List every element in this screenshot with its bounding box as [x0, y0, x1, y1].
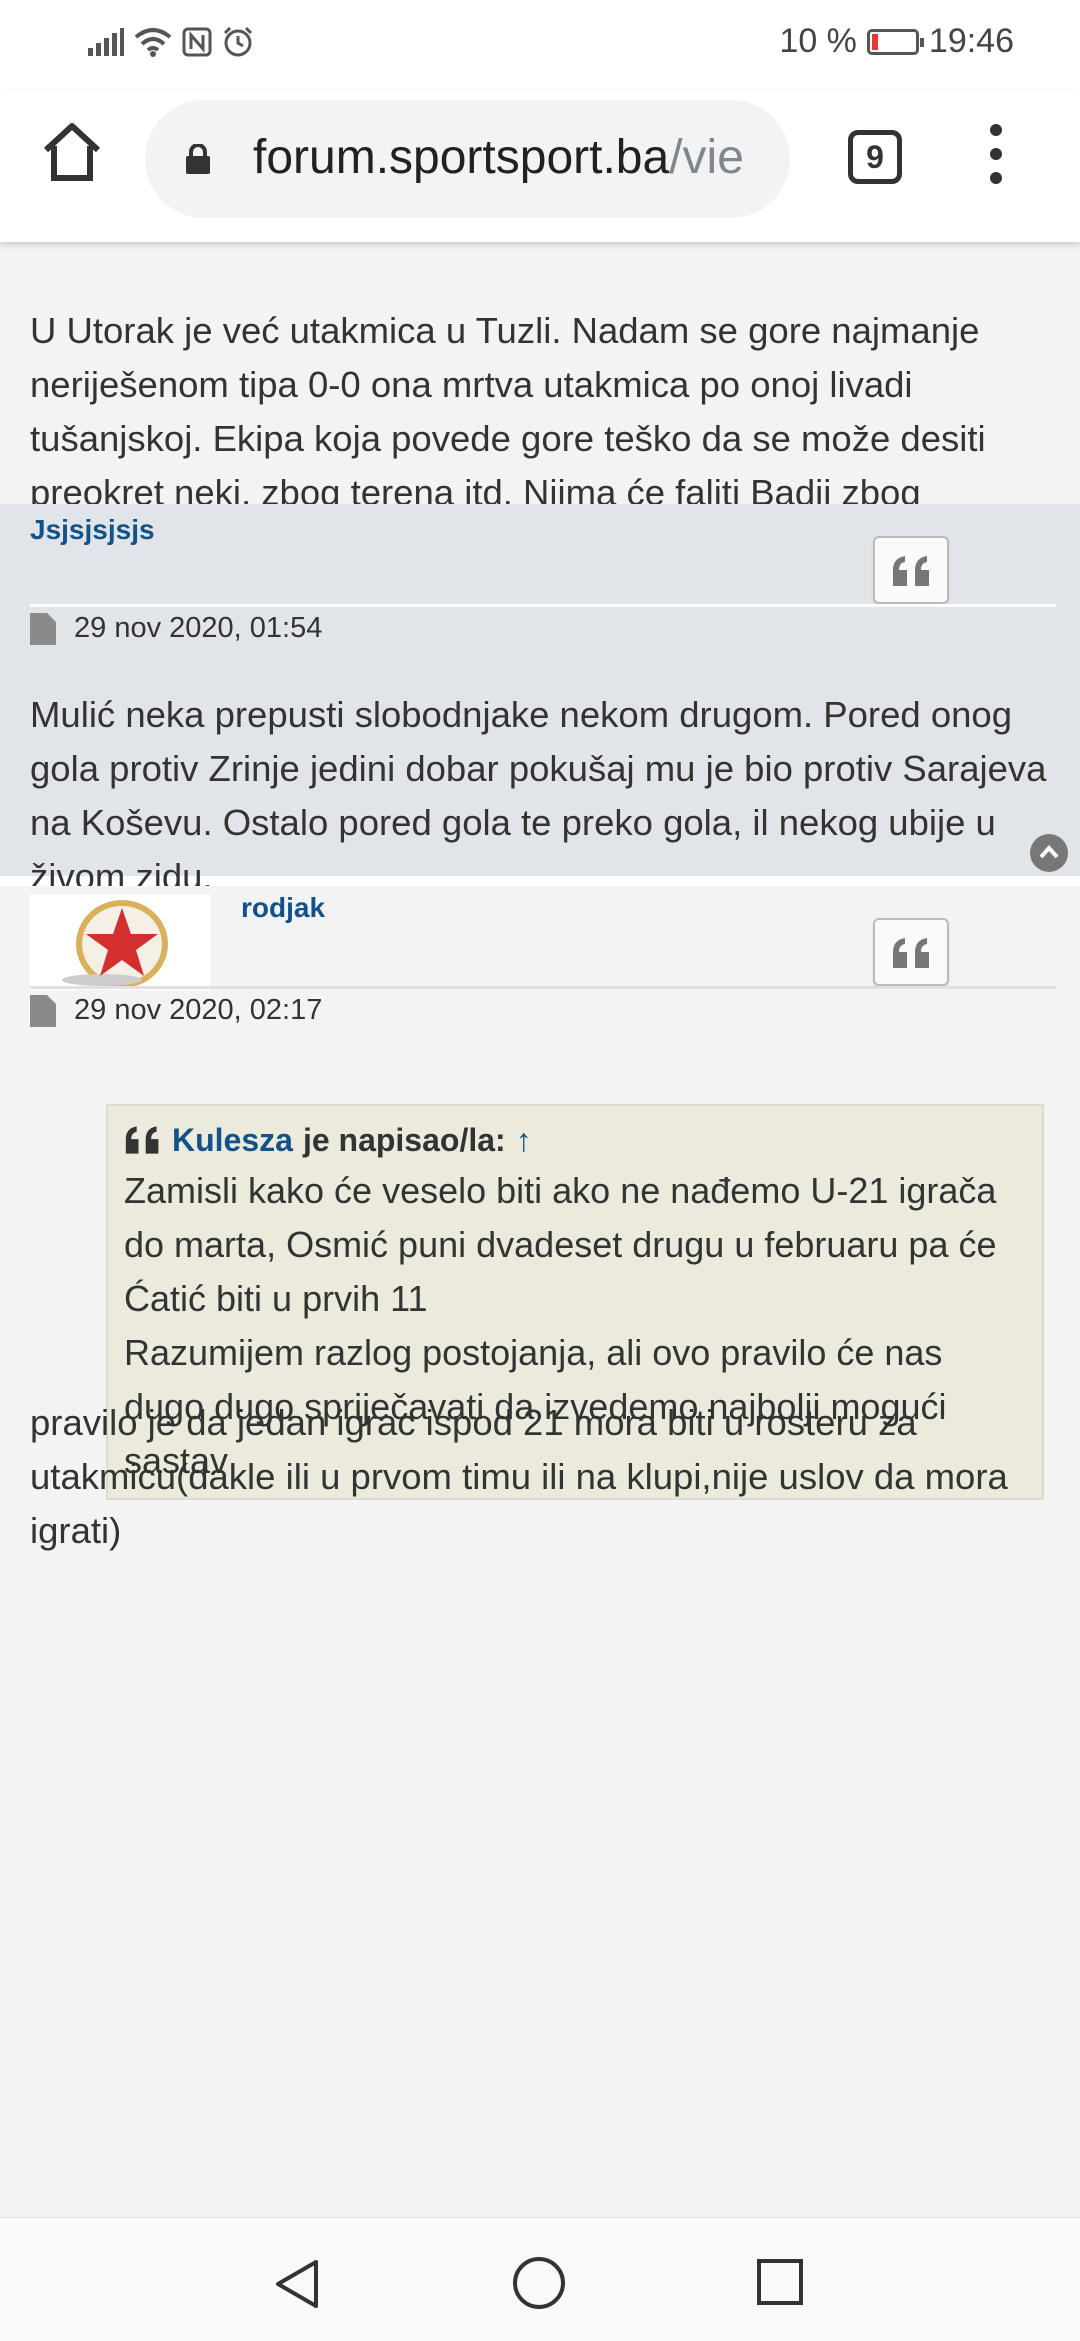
quote-button[interactable]: [873, 918, 949, 986]
lock-icon: [186, 144, 210, 174]
post-text: Mulić neka prepusti slobodnjake nekom dr…: [30, 694, 1047, 897]
home-icon[interactable]: [40, 120, 104, 184]
signal-icon: [88, 28, 124, 56]
post-date: 29 nov 2020, 02:17: [74, 994, 323, 1026]
clock: 19:46: [928, 22, 1014, 60]
back-nav-icon[interactable]: [272, 2258, 322, 2310]
quote-source-arrow[interactable]: ↑: [516, 1116, 532, 1164]
url-text: forum.sportsport.ba/vie: [253, 130, 744, 185]
avatar[interactable]: [30, 894, 210, 990]
quote-icon: [893, 556, 929, 586]
overflow-menu-icon[interactable]: [985, 124, 1007, 194]
post-file-icon[interactable]: [30, 612, 56, 645]
post-file-icon[interactable]: [30, 994, 56, 1027]
forum-post: Jsjsjsjsjs 29 nov 2020, 01:54 Mulić neka…: [0, 504, 1080, 897]
android-nav-bar: [0, 2217, 1080, 2341]
alarm-icon: [223, 26, 253, 57]
tab-switcher-button[interactable]: 9: [848, 130, 902, 184]
quote-author-link[interactable]: Kulesza: [172, 1116, 293, 1164]
home-nav-icon[interactable]: [512, 2256, 566, 2310]
url-path: /vie: [669, 131, 744, 184]
forum-post: rodjak 29 nov 2020, 02:17 Kulesza je nap…: [0, 886, 1080, 2217]
battery-icon: [866, 28, 924, 55]
quote-header: Kulesza je napisao/la: ↑: [124, 1116, 1026, 1164]
wifi-icon: [134, 28, 172, 57]
post-divider: [30, 604, 1056, 607]
battery-percent: 10 %: [779, 22, 857, 60]
post-date-row: 29 nov 2020, 02:17: [30, 994, 322, 1027]
post-divider: [30, 986, 1056, 989]
quote-button[interactable]: [873, 536, 949, 604]
post-author[interactable]: Jsjsjsjsjs: [30, 514, 155, 546]
post-author[interactable]: rodjak: [241, 892, 325, 924]
status-bar: 10 % 19:46: [0, 0, 1080, 90]
browser-toolbar: forum.sportsport.ba/vie 9: [0, 90, 1080, 242]
url-domain: forum.sportsport.ba: [253, 131, 670, 184]
recents-nav-icon[interactable]: [756, 2258, 804, 2306]
page-content: U Utorak je već utakmica u Tuzli. Nadam …: [0, 242, 1080, 2217]
nfc-icon: [182, 27, 212, 57]
quote-icon: [125, 1126, 159, 1154]
quote-icon: [893, 938, 929, 968]
quote-text-line1: Zamisli kako će veselo biti ako ne nađem…: [124, 1170, 997, 1319]
back-to-top-icon[interactable]: [1030, 834, 1068, 872]
url-bar[interactable]: forum.sportsport.ba/vie: [145, 100, 790, 218]
post-text: pravilo je da jedan igrac ispod 21 mora …: [30, 1402, 1008, 1551]
post-date-row: 29 nov 2020, 01:54: [30, 612, 322, 645]
quote-wrote-label: je napisao/la:: [302, 1122, 506, 1158]
post-date: 29 nov 2020, 01:54: [74, 612, 323, 644]
